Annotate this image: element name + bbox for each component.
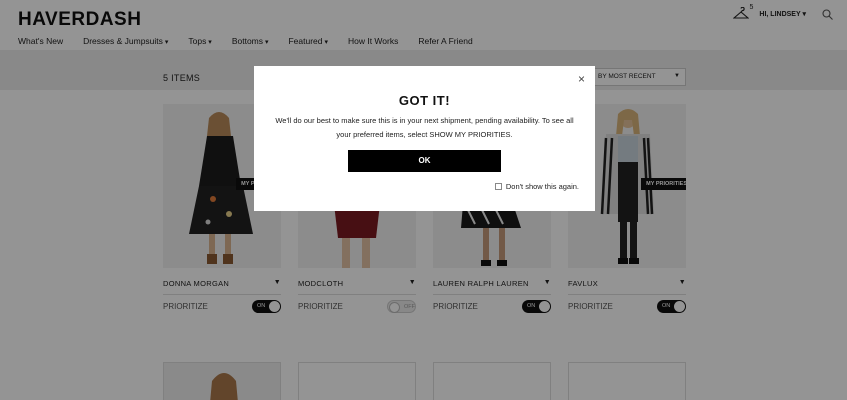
checkbox-box[interactable] xyxy=(494,183,502,190)
modal-message: We'll do our best to make sure this is i… xyxy=(275,116,574,139)
ok-button[interactable]: OK xyxy=(348,150,501,172)
dont-show-again-checkbox[interactable]: Don't show this again. xyxy=(494,182,579,191)
modal-title: GOT IT! xyxy=(398,93,451,108)
checkbox-label: Don't show this again. xyxy=(505,182,579,191)
close-icon[interactable]: × xyxy=(578,72,585,86)
confirmation-modal: × GOT IT! We'll do our best to make sure… xyxy=(254,66,595,211)
